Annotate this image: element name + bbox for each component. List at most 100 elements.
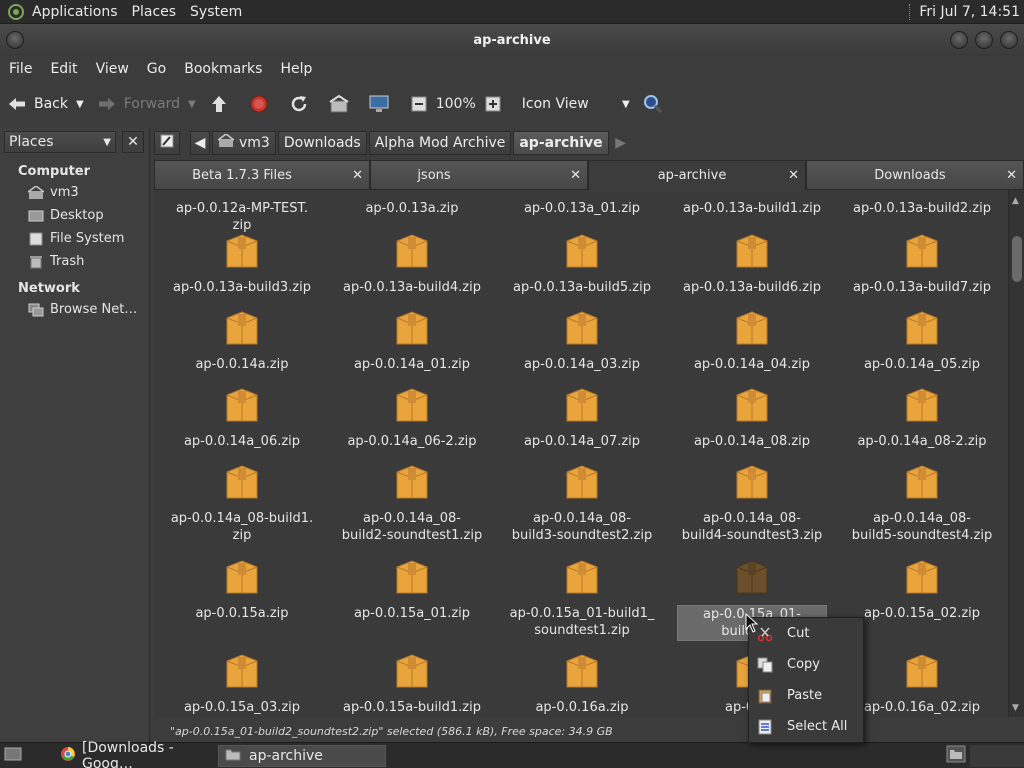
menu-bookmarks[interactable]: Bookmarks: [175, 61, 271, 77]
system-menu[interactable]: System: [184, 4, 250, 20]
context-paste[interactable]: Paste: [749, 680, 863, 711]
close-button[interactable]: [1000, 31, 1018, 49]
file-name: ap-0.0.14a_06-2.zip: [347, 434, 477, 449]
file-item[interactable]: ap-0.0.14a_08- build3-soundtest2.zip: [497, 464, 667, 544]
forward-history-dropdown-icon[interactable]: ▼: [188, 99, 196, 110]
clock[interactable]: Fri Jul 7, 14:51: [919, 4, 1024, 20]
file-item[interactable]: ap-0.0.13a-build3.zip: [157, 233, 327, 296]
sidebar-item-trash[interactable]: Trash: [0, 250, 149, 273]
sidebar-item-file-system[interactable]: File System: [0, 227, 149, 250]
file-item[interactable]: ap-0.0.14a_04.zip: [667, 310, 837, 373]
file-item[interactable]: ap-0.0.13a_01.zip: [497, 190, 667, 217]
minimize-button[interactable]: [950, 31, 968, 49]
file-item[interactable]: ap-0.0.13a-build5.zip: [497, 233, 667, 296]
breadcrumb-left-arrow[interactable]: ◀: [190, 131, 210, 155]
file-item[interactable]: ap-0.0.14a_07.zip: [497, 387, 667, 450]
stop-button[interactable]: [242, 86, 282, 122]
workspace-2[interactable]: [970, 744, 1024, 767]
file-item[interactable]: ap-0.0.15a_02.zip: [837, 559, 1007, 622]
file-item[interactable]: ap-0.0.14a_06-2.zip: [327, 387, 497, 450]
close-icon[interactable]: ✕: [570, 168, 581, 183]
sidebar-item-browse-network[interactable]: Browse Net…: [0, 298, 149, 321]
file-item[interactable]: ap-0.0.16a.zip: [497, 653, 667, 716]
tab-beta-files[interactable]: Beta 1.7.3 Files ✕: [154, 160, 370, 190]
file-item[interactable]: ap-0.0.14a_08-2.zip: [837, 387, 1007, 450]
up-button[interactable]: [202, 86, 242, 122]
zoom-in-button[interactable]: [480, 86, 516, 122]
file-item[interactable]: ap-0.0.14a_05.zip: [837, 310, 1007, 373]
sidebar-type-select[interactable]: Places ▼: [4, 131, 116, 153]
file-item[interactable]: ap-0.0.13a-build1.zip: [667, 190, 837, 217]
tab-jsons[interactable]: jsons ✕: [370, 160, 588, 190]
menu-go[interactable]: Go: [138, 61, 175, 77]
breadcrumb-alpha-mod-archive[interactable]: Alpha Mod Archive: [368, 131, 512, 155]
zoom-level[interactable]: 100%: [432, 96, 480, 112]
file-view[interactable]: ap-0.0.12a-MP-TEST. zip ap-0.0.13a.zip ap-…: [154, 190, 1008, 717]
maximize-button[interactable]: [975, 31, 993, 49]
toolbar: Back ▼ Forward ▼ 100% Icon View ▼: [0, 82, 1024, 126]
home-button[interactable]: [322, 86, 362, 122]
sidebar-item-vm3[interactable]: vm3: [0, 181, 149, 204]
workspace-switcher[interactable]: [942, 745, 970, 767]
file-item[interactable]: ap-0.0.14a_03.zip: [497, 310, 667, 373]
file-item[interactable]: ap-0.0.14a_08- build2-soundtest1.zip: [327, 464, 497, 544]
scrollbar-thumb[interactable]: [1012, 236, 1022, 282]
back-button[interactable]: Back ▼: [0, 86, 90, 122]
tab-downloads[interactable]: Downloads ✕: [806, 160, 1024, 190]
file-item[interactable]: ap-0.0.15a_03.zip: [157, 653, 327, 716]
file-item[interactable]: ap-0.0.13a-build2.zip: [837, 190, 1007, 217]
distro-logo-icon[interactable]: [6, 2, 26, 22]
context-cut[interactable]: Cut: [749, 618, 863, 649]
breadcrumb-ap-archive[interactable]: ap-archive: [513, 131, 609, 155]
file-item[interactable]: ap-0.0.13a-build6.zip: [667, 233, 837, 296]
file-item[interactable]: ap-0.0.15a_01-build1_ soundtest1.zip: [497, 559, 667, 639]
file-item[interactable]: ap-0.0.14a_06.zip: [157, 387, 327, 450]
context-copy[interactable]: Copy: [749, 649, 863, 680]
zoom-out-button[interactable]: [402, 86, 432, 122]
taskbar-item-ap-archive[interactable]: ap-archive: [218, 744, 386, 767]
scroll-up-icon[interactable]: ▲: [1012, 196, 1019, 206]
sidebar-close-icon[interactable]: ✕: [122, 131, 144, 153]
toggle-location-entry-button[interactable]: [154, 131, 180, 155]
menu-help[interactable]: Help: [271, 61, 321, 77]
tab-ap-archive[interactable]: ap-archive ✕: [588, 160, 806, 190]
window-titlebar[interactable]: ap-archive: [0, 24, 1024, 56]
show-desktop-button[interactable]: [0, 745, 26, 767]
close-icon[interactable]: ✕: [788, 168, 799, 183]
applications-menu[interactable]: Applications: [26, 4, 126, 20]
file-item[interactable]: ap-0.0.15a-build1.zip: [327, 653, 497, 716]
forward-button[interactable]: Forward ▼: [90, 86, 202, 122]
file-item[interactable]: ap-0.0.14a_08-build1. zip: [157, 464, 327, 544]
breadcrumb-downloads[interactable]: Downloads: [277, 131, 367, 155]
taskbar-item-chrome[interactable]: [Downloads - Goog…: [54, 740, 214, 768]
menu-file[interactable]: File: [0, 61, 41, 77]
places-menu[interactable]: Places: [126, 4, 185, 20]
computer-button[interactable]: [362, 86, 402, 122]
file-item[interactable]: ap-0.0.14a_08- build5-soundtest4.zip: [837, 464, 1007, 544]
close-icon[interactable]: ✕: [1006, 168, 1017, 183]
file-item[interactable]: ap-0.0.14a_01.zip: [327, 310, 497, 373]
breadcrumb-vm3[interactable]: vm3: [212, 131, 276, 155]
close-icon[interactable]: ✕: [352, 168, 363, 183]
menu-view[interactable]: View: [87, 61, 138, 77]
view-mode-select[interactable]: Icon View ▼: [516, 86, 636, 122]
file-item[interactable]: ap-0.0.14a.zip: [157, 310, 327, 373]
context-select-all[interactable]: Select All: [749, 711, 863, 742]
sidebar-item-desktop[interactable]: Desktop: [0, 204, 149, 227]
breadcrumb-right-arrow[interactable]: ▶: [611, 131, 631, 155]
file-item[interactable]: ap-0.0.13a-build4.zip: [327, 233, 497, 296]
reload-button[interactable]: [282, 86, 322, 122]
scroll-down-icon[interactable]: ▼: [1012, 703, 1019, 713]
back-history-dropdown-icon[interactable]: ▼: [76, 99, 84, 110]
file-item[interactable]: ap-0.0.15a.zip: [157, 559, 327, 622]
file-item[interactable]: ap-0.0.12a-MP-TEST. zip: [157, 190, 327, 234]
file-item[interactable]: ap-0.0.13a.zip: [327, 190, 497, 217]
search-button[interactable]: [636, 86, 676, 122]
file-item[interactable]: ap-0.0.14a_08.zip: [667, 387, 837, 450]
vertical-scrollbar[interactable]: ▲ ▼: [1008, 190, 1024, 717]
file-item[interactable]: ap-0.0.15a_01.zip: [327, 559, 497, 622]
window-menu-button[interactable]: [6, 31, 24, 49]
file-item[interactable]: ap-0.0.14a_08- build4-soundtest3.zip: [667, 464, 837, 544]
file-item[interactable]: ap-0.0.13a-build7.zip: [837, 233, 1007, 296]
menu-edit[interactable]: Edit: [41, 61, 86, 77]
